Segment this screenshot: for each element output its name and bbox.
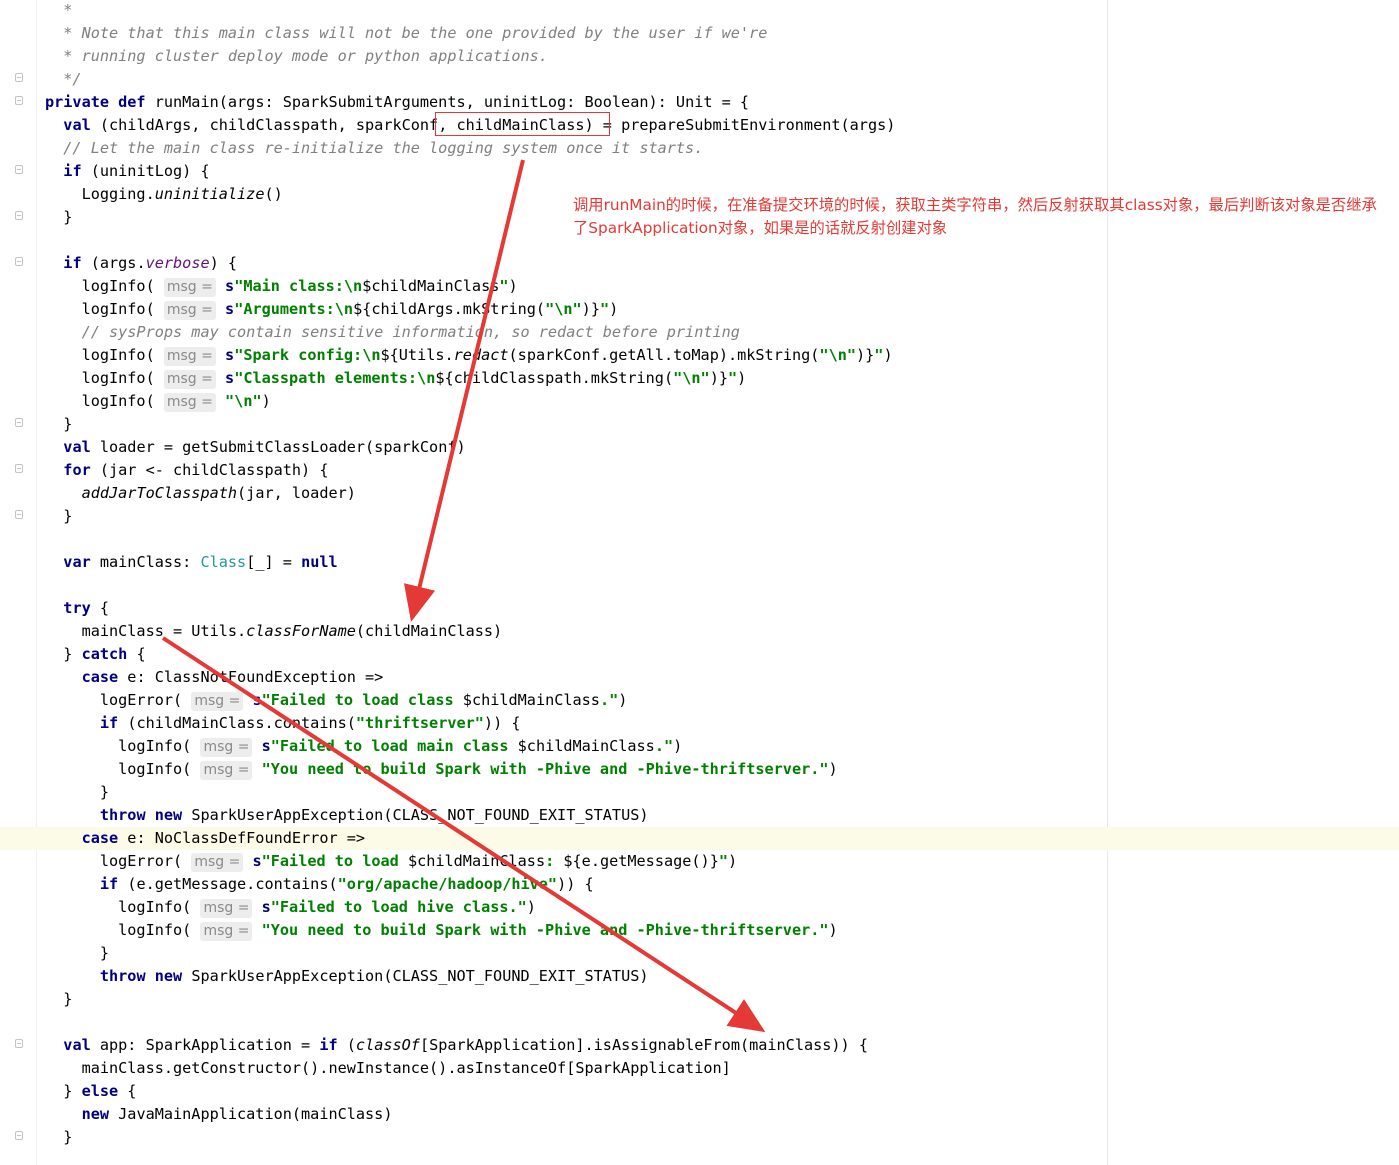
arrow-to-classforname [403, 159, 525, 622]
annotation-arrows [161, 159, 766, 1033]
arrow-to-isassignablefrom [161, 636, 766, 1033]
